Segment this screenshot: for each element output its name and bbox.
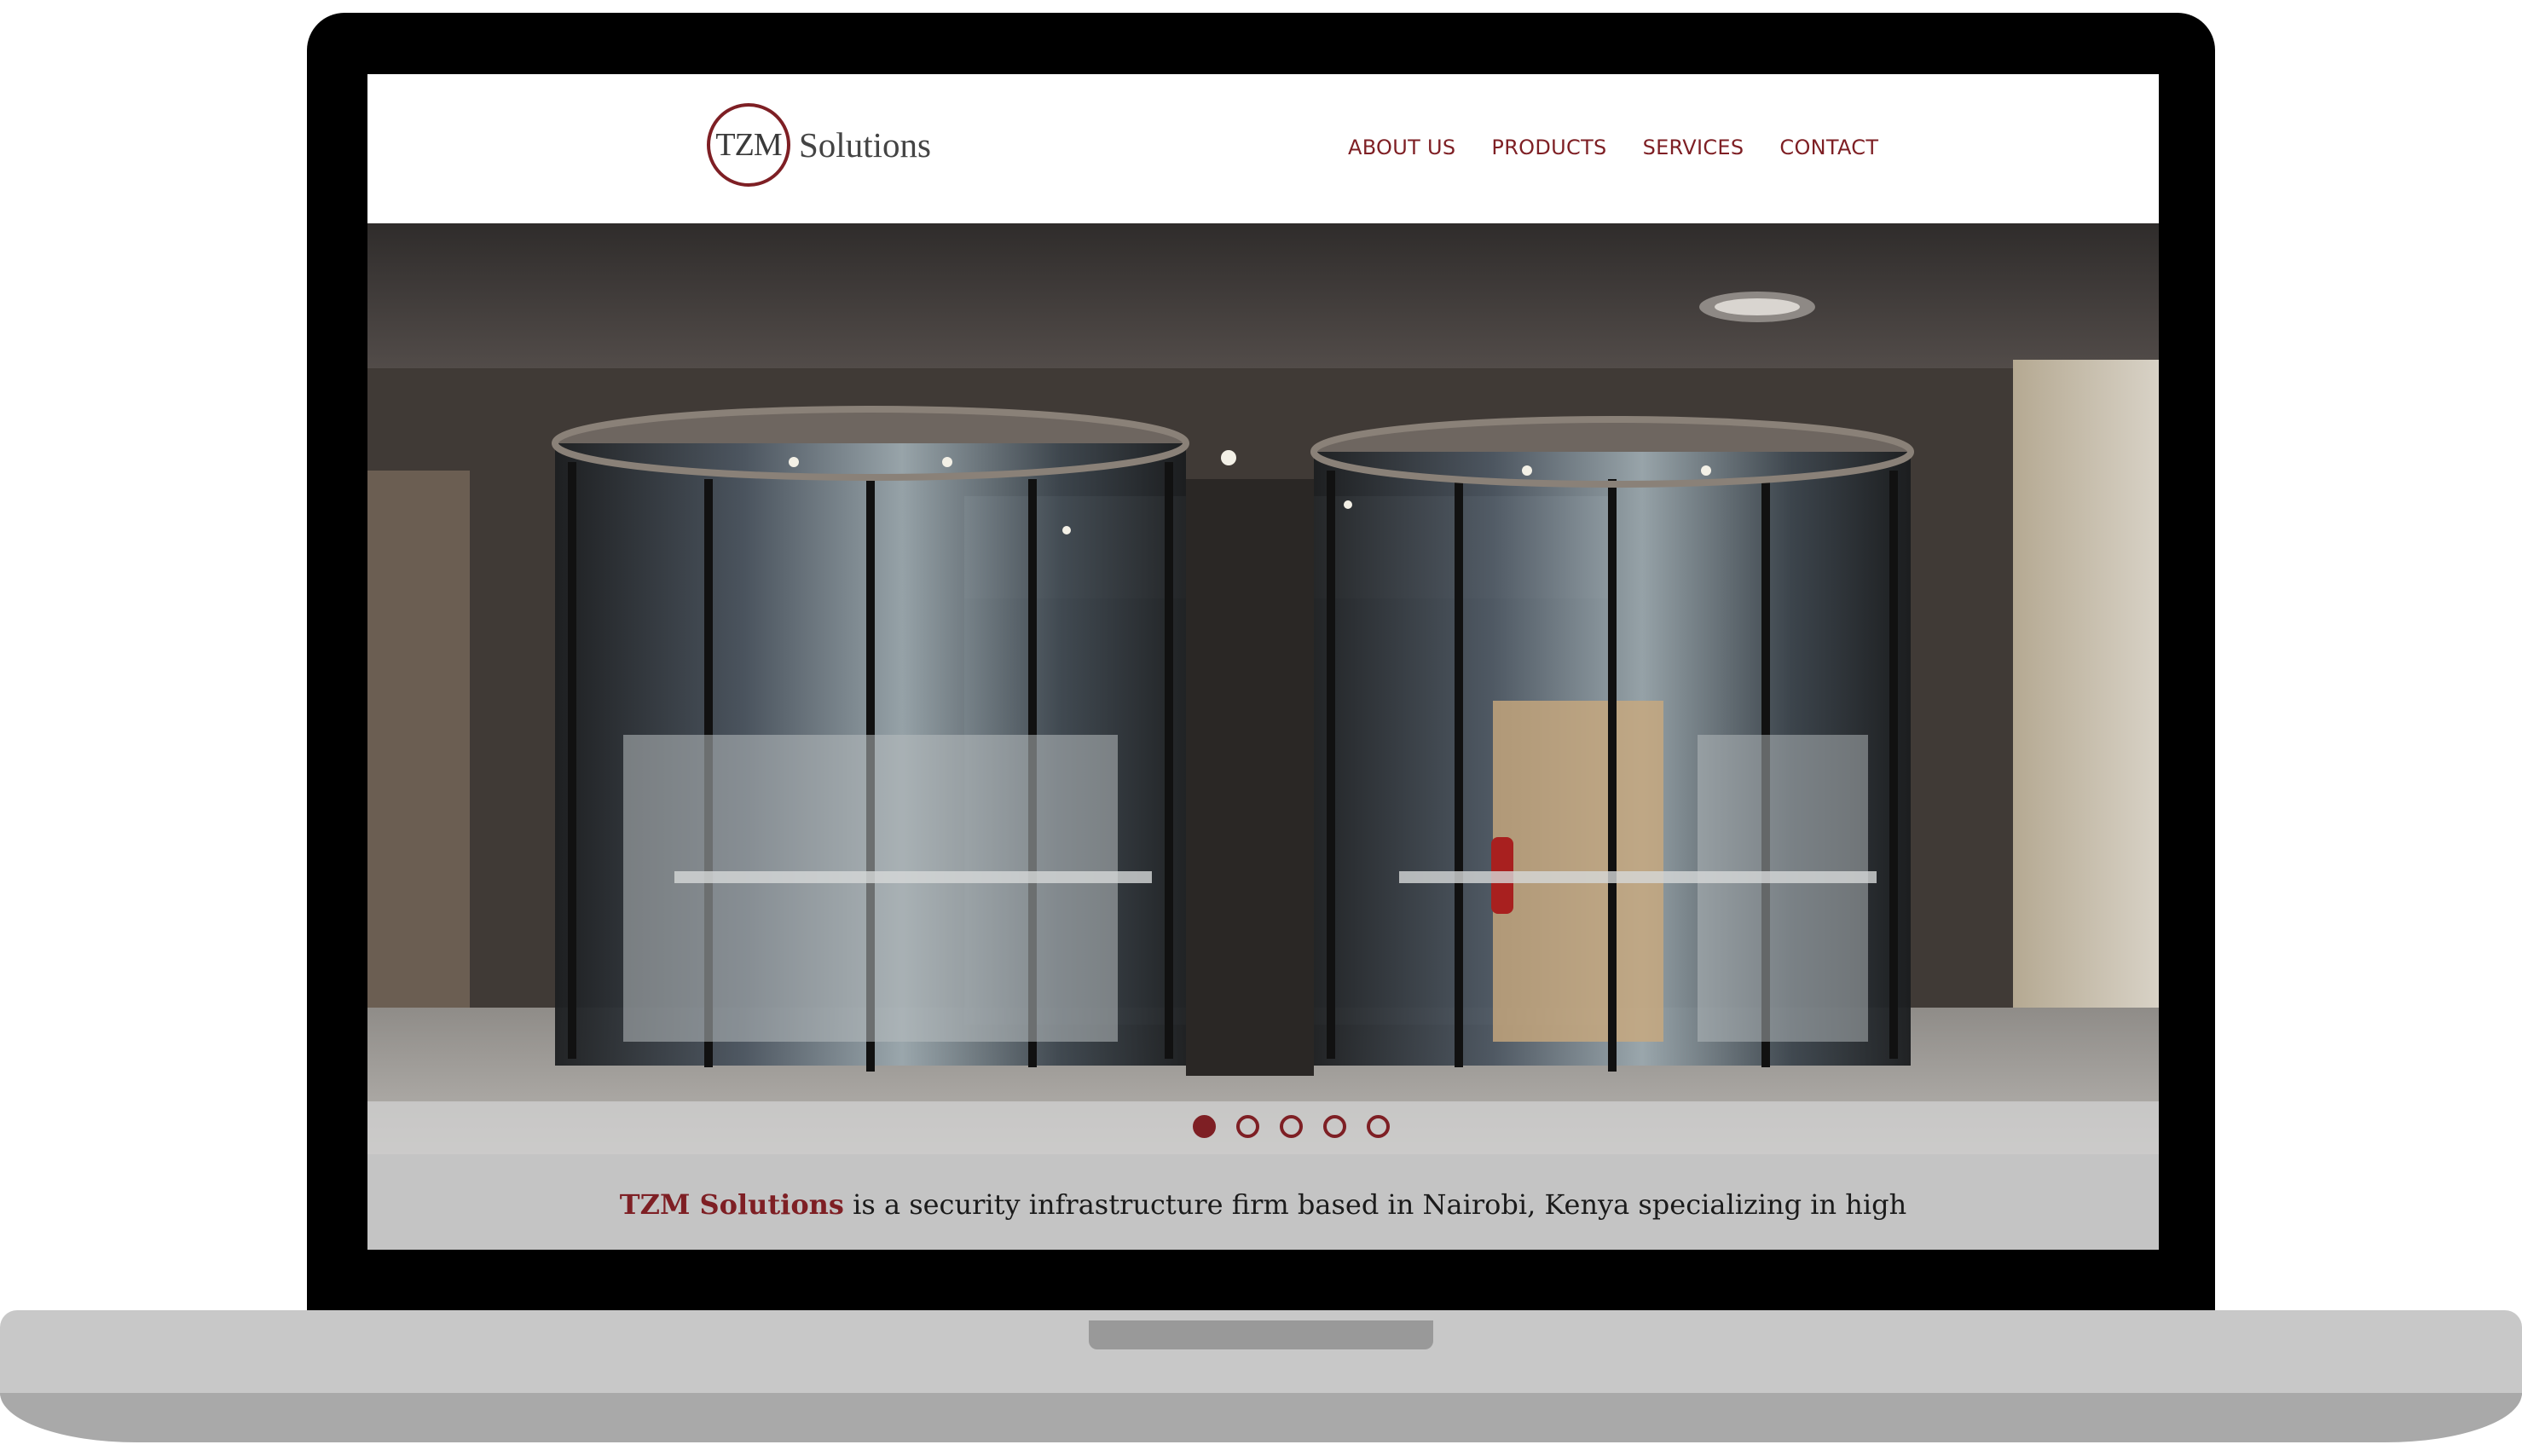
hero-image [367,223,2159,1154]
nav-products[interactable]: PRODUCTS [1491,136,1606,159]
logo-wordmark: Solutions [799,125,931,165]
nav-services[interactable]: SERVICES [1643,136,1744,159]
logo-mark: TZM [707,103,790,187]
slider-pagination-bar [367,1101,2159,1154]
hero-slider [367,223,2159,1154]
slider-dots [1193,1115,1390,1138]
slide-dot-3[interactable] [1280,1115,1303,1138]
laptop-mockup: TZM Solutions ABOUT US PRODUCTS SERVICES… [0,0,2522,1456]
intro-text: is a security infrastructure firm based … [843,1188,1907,1221]
intro-paragraph: TZM Solutions is a security infrastructu… [367,1188,2159,1221]
slide-dot-4[interactable] [1323,1115,1346,1138]
laptop-base-edge [0,1393,2522,1442]
site-logo[interactable]: TZM Solutions [707,101,931,189]
intro-brand: TZM Solutions [619,1188,844,1221]
main-nav: ABOUT US PRODUCTS SERVICES CONTACT [1348,136,1878,159]
slide-dot-5[interactable] [1367,1115,1390,1138]
nav-contact[interactable]: CONTACT [1779,136,1878,159]
laptop-notch [1089,1320,1433,1349]
site-header: TZM Solutions ABOUT US PRODUCTS SERVICES… [367,74,2159,223]
slide-dot-2[interactable] [1236,1115,1259,1138]
nav-about-us[interactable]: ABOUT US [1348,136,1455,159]
slide-dot-1[interactable] [1193,1115,1216,1138]
laptop-screen: TZM Solutions ABOUT US PRODUCTS SERVICES… [367,74,2159,1250]
intro-section: TZM Solutions is a security infrastructu… [367,1154,2159,1250]
